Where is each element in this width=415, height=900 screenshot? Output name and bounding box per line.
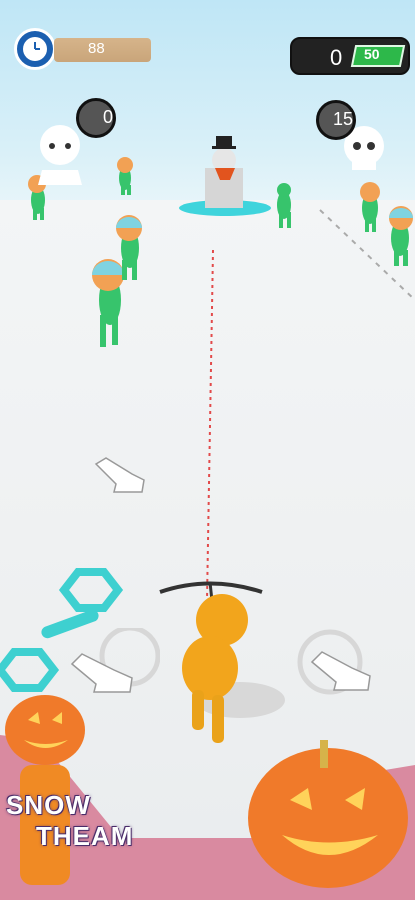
watermark-line1: SNOW: [6, 790, 91, 820]
teal-hex-ring-1: [58, 568, 124, 612]
timer-value: 88: [88, 40, 105, 57]
money-value: 50: [364, 46, 380, 62]
watermark-line2: THEAM: [36, 821, 134, 851]
teal-hex-ring-2: [0, 648, 60, 692]
ghost-face-icon: [38, 125, 82, 185]
player-character[interactable]: [182, 594, 285, 743]
tap-hint-right[interactable]: [290, 628, 380, 698]
right-ring-value: 15: [332, 109, 353, 129]
enemy-4[interactable]: [117, 157, 133, 195]
pointing-hand-icon[interactable]: [92, 454, 148, 500]
timer-bar: 88: [54, 38, 151, 62]
right-target-ring: 15: [316, 100, 356, 140]
money-icon: 50: [350, 44, 406, 68]
left-ring-value: 0: [102, 107, 113, 127]
tap-hint-left[interactable]: [60, 628, 160, 698]
enemy-7[interactable]: [389, 206, 413, 266]
score-panel: 0 50: [290, 37, 410, 75]
score-value: 0: [330, 45, 343, 70]
clock-icon: [14, 28, 56, 70]
pumpkin-right: [248, 740, 408, 888]
left-target-ring: 0: [76, 98, 116, 138]
game-scene[interactable]: 88 0 50 0 15 SNOW THEAM: [0, 0, 415, 900]
enemy-5[interactable]: [277, 183, 291, 228]
watermark-text: SNOW THEAM: [6, 790, 206, 890]
enemy-1[interactable]: [92, 259, 124, 347]
snowman: [179, 136, 271, 216]
timer-display: 88: [14, 28, 151, 70]
scene-graphics: [0, 125, 415, 900]
enemy-6[interactable]: [360, 182, 380, 232]
